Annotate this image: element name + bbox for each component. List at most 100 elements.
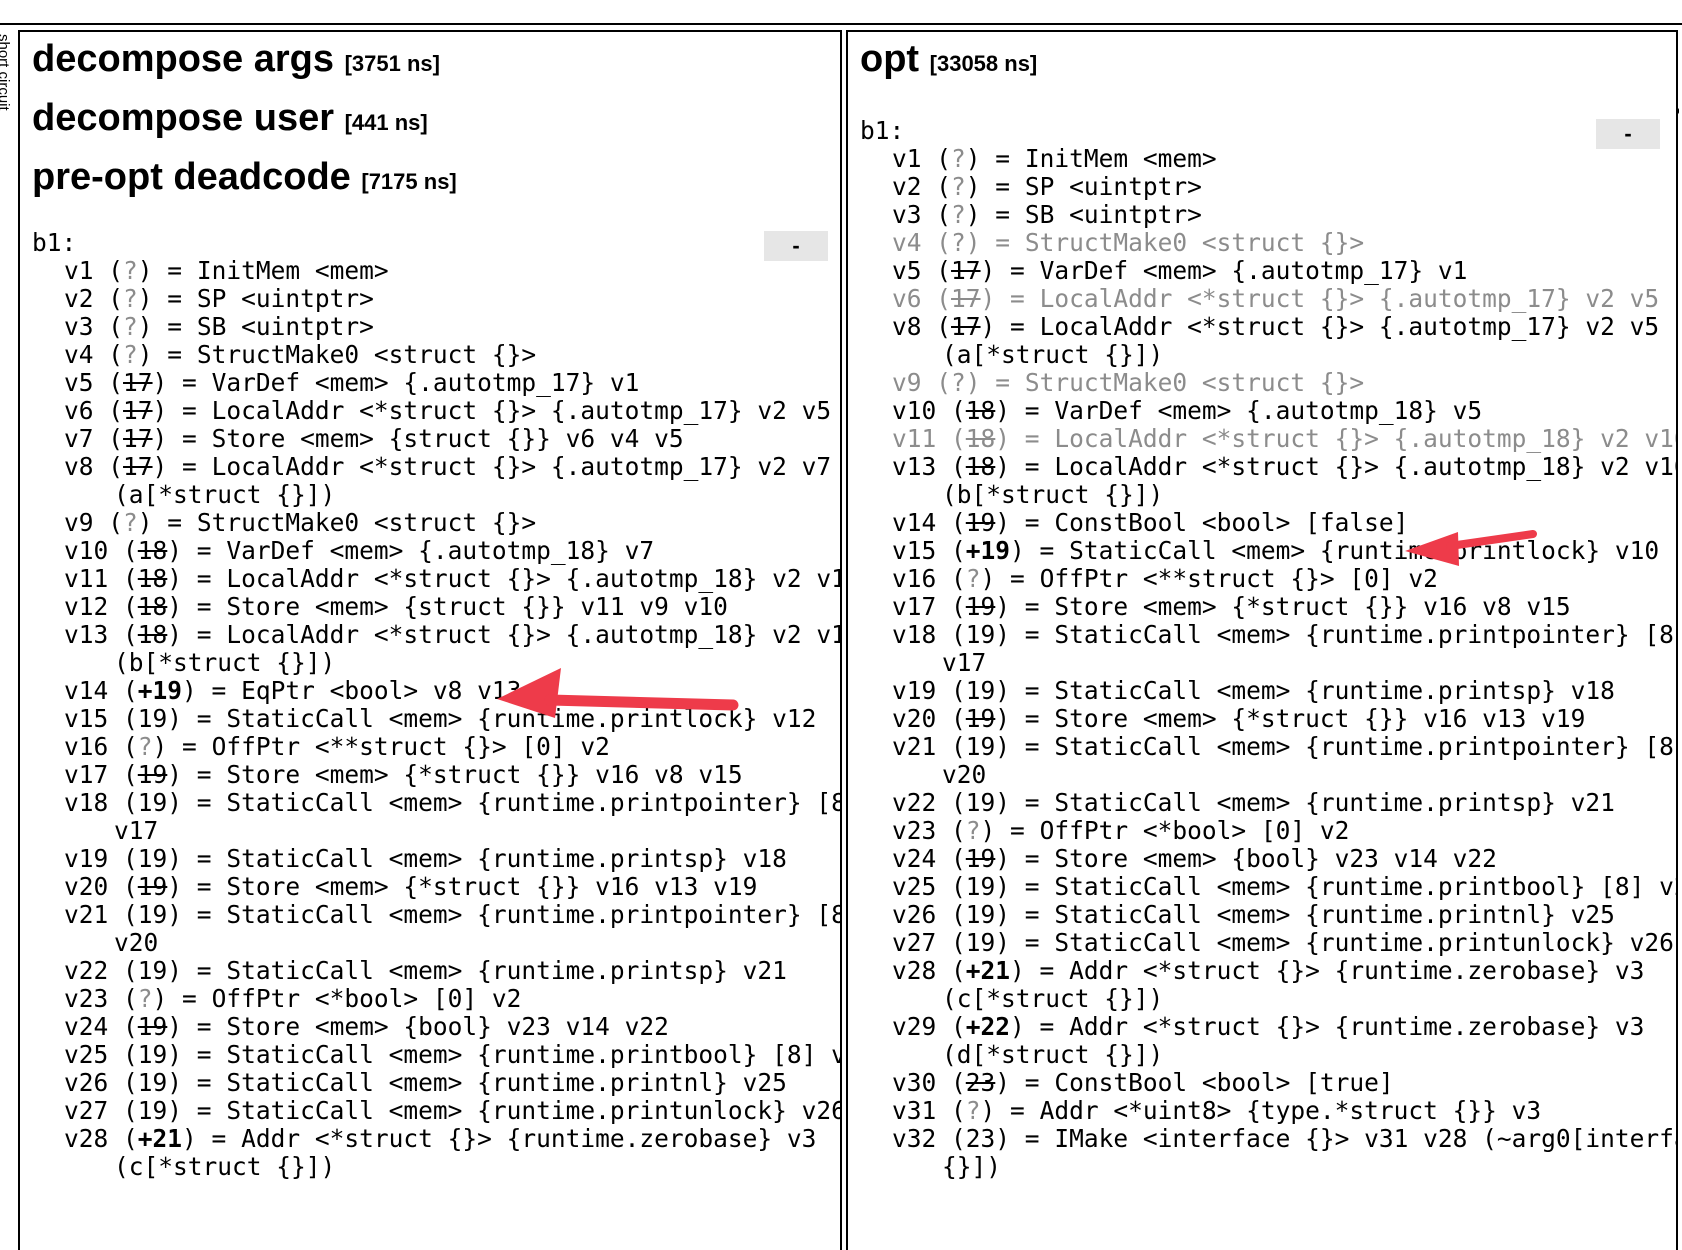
value-op[interactable]: LocalAddr <*struct {}> {.autotmp_17} v2 … (212, 396, 832, 425)
value-op[interactable]: StructMake0 <struct {}> (197, 508, 536, 537)
value-op[interactable]: VarDef <mem> {.autotmp_18} v5 (1054, 396, 1482, 425)
value-id[interactable]: v12 (64, 592, 108, 621)
value-op[interactable]: Store <mem> {*struct {}} v16 v8 v15 (1054, 592, 1570, 621)
value-op[interactable]: VarDef <mem> {.autotmp_17} v1 (1040, 256, 1468, 285)
value-op[interactable]: OffPtr <**struct {}> [0] v2 (1040, 564, 1438, 593)
value-id[interactable]: v23 (64, 984, 108, 1013)
block-label[interactable]: b1: (32, 229, 840, 257)
value-id[interactable]: v27 (892, 928, 936, 957)
value-id[interactable]: v26 (892, 900, 936, 929)
value-id[interactable]: v21 (892, 732, 936, 761)
value-op[interactable]: LocalAddr <*struct {}> {.autotmp_18} v2 … (942, 452, 1676, 509)
value-op[interactable]: StaticCall <mem> {runtime.printnl} v25 (1054, 900, 1615, 929)
value-id[interactable]: v13 (64, 620, 108, 649)
value-op[interactable]: Store <mem> {bool} v23 v14 v22 (1054, 844, 1497, 873)
value-id[interactable]: v9 (64, 508, 94, 537)
value-id[interactable]: v4 (892, 228, 922, 257)
value-id[interactable]: v10 (64, 536, 108, 565)
value-id[interactable]: v19 (892, 676, 936, 705)
value-id[interactable]: v7 (64, 424, 94, 453)
value-op[interactable]: Addr <*uint8> {type.*struct {}} v3 (1040, 1096, 1542, 1125)
value-id[interactable]: v8 (892, 312, 922, 341)
phase-title[interactable]: decompose user [441 ns] (32, 91, 840, 150)
value-op[interactable]: OffPtr <**struct {}> [0] v2 (212, 732, 610, 761)
value-op[interactable]: VarDef <mem> {.autotmp_18} v7 (226, 536, 654, 565)
value-id[interactable]: v1 (64, 256, 94, 285)
collapse-button[interactable]: - (1596, 119, 1660, 149)
value-id[interactable]: v4 (64, 340, 94, 369)
value-op[interactable]: StaticCall <mem> {runtime.printpointer} … (942, 732, 1676, 789)
value-op[interactable]: LocalAddr <*struct {}> {.autotmp_17} v2 … (942, 312, 1674, 369)
value-op[interactable]: Addr <*struct {}> {runtime.zerobase} v3 … (114, 1124, 831, 1181)
value-op[interactable]: StaticCall <mem> {runtime.printunlock} v… (226, 1096, 840, 1125)
value-id[interactable]: v6 (892, 284, 922, 313)
value-op[interactable]: StaticCall <mem> {runtime.printbool} [8]… (226, 1040, 840, 1069)
value-op[interactable]: LocalAddr <*struct {}> {.autotmp_18} v2 … (114, 620, 840, 677)
value-op[interactable]: LocalAddr <*struct {}> {.autotmp_18} v2 … (1054, 424, 1676, 453)
value-id[interactable]: v3 (892, 200, 922, 229)
value-op[interactable]: StructMake0 <struct {}> (1025, 228, 1364, 257)
value-id[interactable]: v17 (64, 760, 108, 789)
value-id[interactable]: v18 (892, 620, 936, 649)
value-id[interactable]: v6 (64, 396, 94, 425)
value-id[interactable]: v25 (64, 1040, 108, 1069)
value-id[interactable]: v13 (892, 452, 936, 481)
phase-title[interactable]: opt [33058 ns] (860, 32, 1676, 91)
value-op[interactable]: StaticCall <mem> {runtime.printsp} v21 (1054, 788, 1615, 817)
value-op[interactable]: InitMem <mem> (197, 256, 389, 285)
block-label[interactable]: b1: (860, 117, 1676, 145)
value-op[interactable]: StaticCall <mem> {runtime.printsp} v21 (226, 956, 787, 985)
value-id[interactable]: v25 (892, 872, 936, 901)
value-id[interactable]: v24 (64, 1012, 108, 1041)
value-id[interactable]: v2 (892, 172, 922, 201)
value-op[interactable]: StaticCall <mem> {runtime.printpointer} … (114, 788, 840, 845)
value-id[interactable]: v8 (64, 452, 94, 481)
value-op[interactable]: EqPtr <bool> v8 v13 (241, 676, 521, 705)
value-id[interactable]: v21 (64, 900, 108, 929)
value-id[interactable]: v30 (892, 1068, 936, 1097)
value-id[interactable]: v9 (892, 368, 922, 397)
value-id[interactable]: v5 (892, 256, 922, 285)
value-id[interactable]: v16 (64, 732, 108, 761)
value-op[interactable]: Store <mem> {bool} v23 v14 v22 (226, 1012, 669, 1041)
value-id[interactable]: v22 (892, 788, 936, 817)
value-id[interactable]: v28 (892, 956, 936, 985)
value-id[interactable]: v23 (892, 816, 936, 845)
phase-title[interactable]: pre-opt deadcode [7175 ns] (32, 150, 840, 209)
value-op[interactable]: StaticCall <mem> {runtime.printsp} v18 (1054, 676, 1615, 705)
value-id[interactable]: v3 (64, 312, 94, 341)
value-id[interactable]: v14 (64, 676, 108, 705)
value-id[interactable]: v15 (64, 704, 108, 733)
value-op[interactable]: Addr <*struct {}> {runtime.zerobase} v3 … (942, 956, 1659, 1013)
value-op[interactable]: ConstBool <bool> [false] (1054, 508, 1408, 537)
value-op[interactable]: Store <mem> {struct {}} v11 v9 v10 (226, 592, 728, 621)
value-op[interactable]: StructMake0 <struct {}> (197, 340, 536, 369)
value-id[interactable]: v14 (892, 508, 936, 537)
value-op[interactable]: Store <mem> {struct {}} v6 v4 v5 (212, 424, 684, 453)
value-id[interactable]: v16 (892, 564, 936, 593)
value-id[interactable]: v18 (64, 788, 108, 817)
value-op[interactable]: Store <mem> {*struct {}} v16 v13 v19 (226, 872, 757, 901)
value-op[interactable]: OffPtr <*bool> [0] v2 (212, 984, 522, 1013)
value-op[interactable]: StaticCall <mem> {runtime.printpointer} … (942, 620, 1676, 677)
value-op[interactable]: StaticCall <mem> {runtime.printsp} v18 (226, 844, 787, 873)
value-id[interactable]: v2 (64, 284, 94, 313)
value-id[interactable]: v32 (892, 1124, 936, 1153)
value-op[interactable]: InitMem <mem> (1025, 144, 1217, 173)
value-id[interactable]: v22 (64, 956, 108, 985)
value-op[interactable]: VarDef <mem> {.autotmp_17} v1 (212, 368, 640, 397)
value-op[interactable]: SB <uintptr> (1025, 200, 1202, 229)
value-id[interactable]: v26 (64, 1068, 108, 1097)
value-op[interactable]: StaticCall <mem> {runtime.printlock} v12 (226, 704, 816, 733)
value-id[interactable]: v31 (892, 1096, 936, 1125)
value-op[interactable]: Addr <*struct {}> {runtime.zerobase} v3 … (942, 1012, 1659, 1069)
value-op[interactable]: StaticCall <mem> {runtime.printunlock} v… (1054, 928, 1674, 957)
value-id[interactable]: v15 (892, 536, 936, 565)
value-id[interactable]: v20 (892, 704, 936, 733)
value-op[interactable]: StaticCall <mem> {runtime.printnl} v25 (226, 1068, 787, 1097)
value-op[interactable]: Store <mem> {*struct {}} v16 v8 v15 (226, 760, 742, 789)
value-op[interactable]: Store <mem> {*struct {}} v16 v13 v19 (1054, 704, 1585, 733)
value-id[interactable]: v11 (64, 564, 108, 593)
value-id[interactable]: v20 (64, 872, 108, 901)
value-id[interactable]: v1 (892, 144, 922, 173)
